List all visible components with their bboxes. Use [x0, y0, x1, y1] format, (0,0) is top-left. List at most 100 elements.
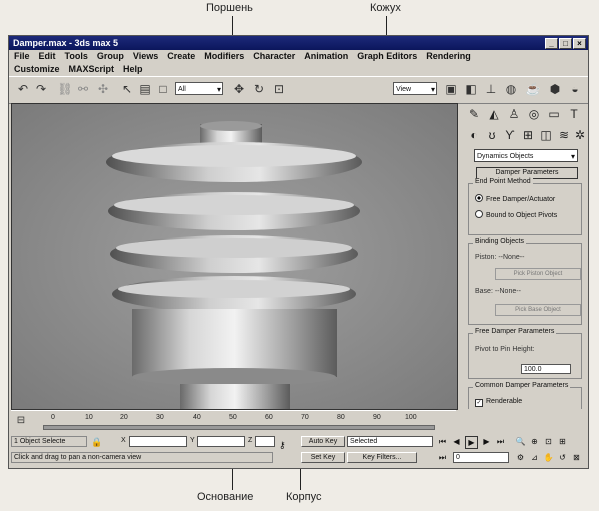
menu-create[interactable]: Create [167, 50, 195, 63]
zoom-all-icon[interactable]: ⊕ [529, 436, 540, 447]
pick-piston-button[interactable]: Pick Piston Object [495, 268, 581, 280]
redo-icon[interactable]: ↷ [33, 81, 49, 97]
goto-end-icon[interactable]: ⏭ [495, 436, 506, 447]
key-icon[interactable]: ⚷ [279, 440, 286, 451]
menu-character[interactable]: Character [253, 50, 295, 63]
teapot-icon[interactable]: ◒ [567, 81, 583, 97]
create-icon[interactable]: ✎ [466, 106, 482, 122]
select-by-name-icon[interactable]: ▤ [137, 81, 153, 97]
close-button[interactable]: × [573, 38, 586, 49]
perspective-viewport[interactable] [11, 103, 458, 410]
key-filters-button[interactable]: Key Filters... [347, 452, 417, 463]
select-link-icon[interactable]: ⛓ [57, 81, 73, 97]
display-icon[interactable]: ▭ [546, 106, 562, 122]
select-object-icon[interactable]: ↖ [119, 81, 135, 97]
bind-space-warp-icon[interactable]: ✣ [95, 81, 111, 97]
casing-fold-3-top [116, 238, 352, 258]
lock-selection-icon[interactable]: 🔒 [89, 434, 105, 450]
renderable-checkbox[interactable]: ✓ Renderable [475, 398, 522, 407]
menu-help[interactable]: Help [123, 63, 143, 76]
menu-group[interactable]: Group [97, 50, 124, 63]
category-dropdown[interactable]: Dynamics Objects [474, 149, 578, 163]
shapes-icon[interactable]: ʊ [484, 127, 500, 143]
geometry-icon[interactable]: ◐ [466, 127, 482, 143]
menu-animation[interactable]: Animation [304, 50, 348, 63]
pin-height-label: Pivot to Pin Height: [475, 346, 535, 353]
radio-free-damper[interactable]: Free Damper/Actuator [475, 194, 555, 203]
x-coord-field[interactable] [129, 436, 187, 447]
maximize-button[interactable]: □ [559, 38, 572, 49]
minimize-button[interactable]: _ [545, 38, 558, 49]
prev-frame-icon[interactable]: ◀ [451, 436, 462, 447]
menu-tools[interactable]: Tools [65, 50, 88, 63]
y-coord-field[interactable] [197, 436, 245, 447]
systems-icon[interactable]: ✲ [572, 127, 588, 143]
mirror-icon[interactable]: ◧ [463, 81, 479, 97]
maximize-viewport-icon[interactable]: ⊠ [571, 452, 582, 463]
radio-bound-pivots[interactable]: Bound to Object Pivots [475, 210, 557, 219]
undo-icon[interactable]: ↶ [15, 81, 31, 97]
key-mode-dropdown[interactable]: Selected [347, 436, 433, 447]
material-editor-icon[interactable]: ◍ [503, 81, 519, 97]
tick-label: 10 [85, 414, 93, 421]
menu-rendering[interactable]: Rendering [426, 50, 471, 63]
tick-label: 80 [337, 414, 345, 421]
modify-icon[interactable]: ◭ [486, 106, 502, 122]
menu-bar: File Edit Tools Group Views Create Modif… [11, 50, 586, 76]
checkmark-icon: ✓ [475, 399, 483, 407]
unlink-icon[interactable]: ⚯ [75, 81, 91, 97]
align-icon[interactable]: ⊥ [483, 81, 499, 97]
current-frame-field[interactable]: 0 [453, 452, 509, 463]
tick-label: 100 [405, 414, 417, 421]
helpers-icon[interactable]: ◫ [538, 127, 554, 143]
utilities-icon[interactable]: T [566, 106, 582, 122]
tick-label: 0 [51, 414, 55, 421]
play-icon[interactable]: ▶ [465, 436, 478, 449]
select-move-icon[interactable]: ✥ [231, 81, 247, 97]
motion-icon[interactable]: ◎ [526, 106, 542, 122]
selection-filter-dropdown[interactable]: All [175, 82, 223, 96]
mini-curve-editor-icon[interactable]: ⊟ [13, 413, 29, 429]
cameras-icon[interactable]: ⊞ [520, 127, 536, 143]
hierarchy-icon[interactable]: ♙ [506, 106, 522, 122]
pivot-icon[interactable]: ▣ [443, 81, 459, 97]
select-scale-icon[interactable]: ⊡ [271, 81, 287, 97]
menu-edit[interactable]: Edit [39, 50, 56, 63]
common-params-label: Common Damper Parameters [473, 382, 571, 389]
tick-label: 90 [373, 414, 381, 421]
menu-maxscript[interactable]: MAXScript [69, 63, 115, 76]
time-slider-track[interactable] [43, 425, 435, 430]
piston-binding-text: Piston: --None-- [475, 254, 525, 261]
goto-start-icon[interactable]: ⏮ [437, 436, 448, 447]
lights-icon[interactable]: Ƴ [502, 127, 518, 143]
rect-selection-icon[interactable]: □ [155, 81, 171, 97]
menu-customize[interactable]: Customize [14, 63, 60, 76]
key-mode-toggle-icon[interactable]: ⏭ [437, 452, 448, 463]
menu-views[interactable]: Views [133, 50, 158, 63]
pin-height-spinner[interactable]: 100.0 [521, 364, 571, 374]
tick-label: 70 [301, 414, 309, 421]
z-coord-field[interactable] [255, 436, 275, 447]
time-config-icon[interactable]: ⚙ [515, 452, 526, 463]
pan-icon[interactable]: ✋ [543, 452, 554, 463]
time-ruler[interactable]: ⊟ 0 10 20 30 40 50 60 70 80 90 100 [11, 410, 456, 433]
menu-file[interactable]: File [14, 50, 30, 63]
select-rotate-icon[interactable]: ↻ [251, 81, 267, 97]
pick-base-button[interactable]: Pick Base Object [495, 304, 581, 316]
zoom-extents-icon[interactable]: ⊡ [543, 436, 554, 447]
set-key-button[interactable]: Set Key [301, 452, 345, 463]
menu-modifiers[interactable]: Modifiers [204, 50, 244, 63]
quick-render-icon[interactable]: ⬢ [547, 81, 563, 97]
render-scene-icon[interactable]: ☕ [525, 81, 541, 97]
housing-body [132, 309, 337, 377]
field-of-view-icon[interactable]: ⊿ [529, 452, 540, 463]
menu-graph-editors[interactable]: Graph Editors [357, 50, 417, 63]
spacewarps-icon[interactable]: ≋ [556, 127, 572, 143]
arc-rotate-icon[interactable]: ↺ [557, 452, 568, 463]
coord-system-dropdown[interactable]: View [393, 82, 437, 96]
tick-label: 50 [229, 414, 237, 421]
next-frame-icon[interactable]: ▶ [481, 436, 492, 447]
zoom-extents-all-icon[interactable]: ⊞ [557, 436, 568, 447]
auto-key-button[interactable]: Auto Key [301, 436, 345, 447]
zoom-icon[interactable]: 🔍 [515, 436, 526, 447]
